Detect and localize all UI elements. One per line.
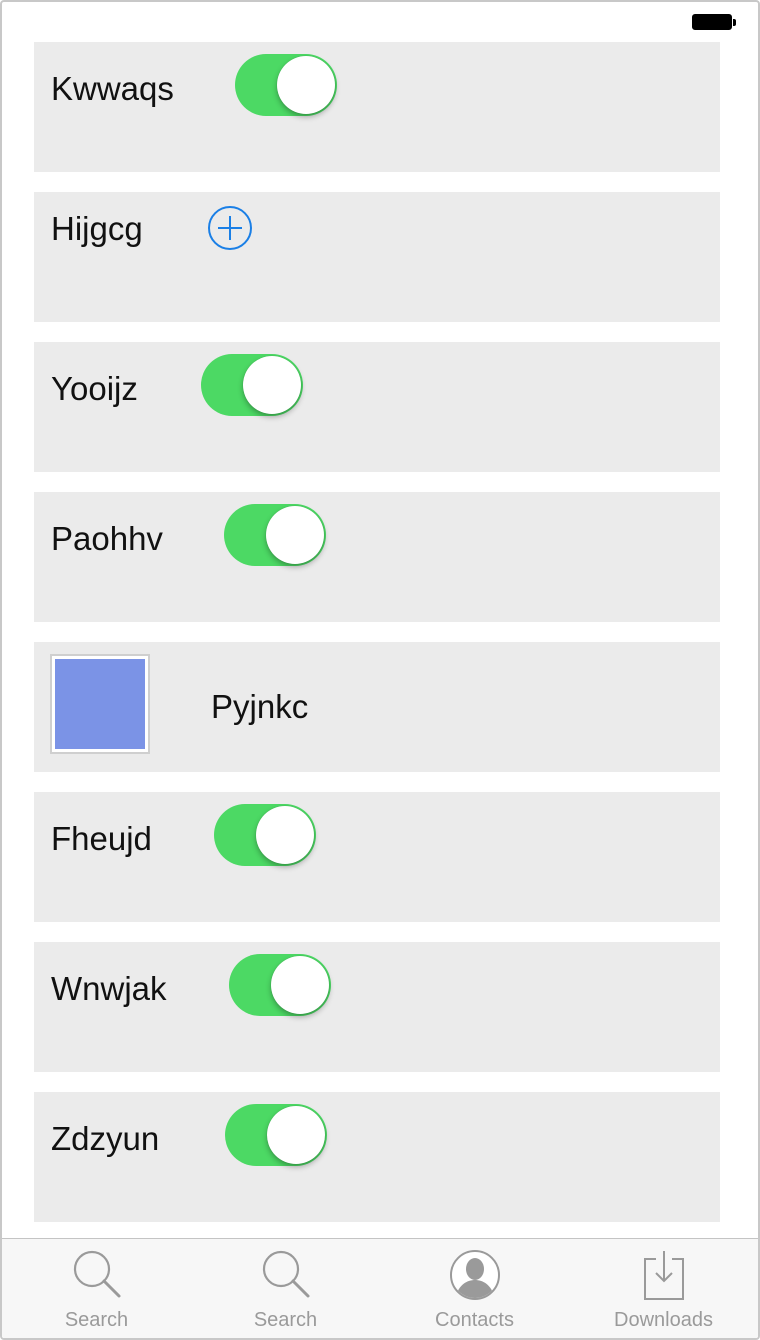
list-row: Wnwjak <box>34 942 720 1072</box>
list-row: Zdzyun <box>34 1092 720 1222</box>
toggle-switch[interactable] <box>225 1104 327 1166</box>
tab-contacts[interactable]: Contacts <box>380 1239 569 1338</box>
row-label: Pyjnkc <box>211 688 309 725</box>
plus-circle-icon[interactable] <box>207 205 253 251</box>
row-label: Zdzyun <box>51 1120 160 1157</box>
toggle-switch[interactable] <box>224 504 326 566</box>
search-icon <box>73 1250 120 1298</box>
tab-label: Contacts <box>435 1309 514 1331</box>
row-label: Hijgcg <box>51 210 143 247</box>
tab-label: Search <box>253 1309 318 1331</box>
row-label: Fheujd <box>51 820 152 857</box>
tab-bar: Search Search Contacts Downloads <box>2 1238 758 1338</box>
download-icon <box>643 1251 684 1300</box>
row-label: Yooijz <box>51 370 138 407</box>
list-row: Paohhv <box>34 492 720 622</box>
list-row: Pyjnkc <box>34 642 720 772</box>
row-thumbnail-image <box>50 654 150 754</box>
list-row: Kwwaqs <box>34 42 720 172</box>
contact-icon <box>449 1250 500 1300</box>
app-screen: Kwwaqs Hijgcg Yooijz Paohhv Pyjnkc Fheuj… <box>0 0 760 1340</box>
tab-label: Downloads <box>614 1309 713 1331</box>
list-row: Fheujd <box>34 792 720 922</box>
tab-label: Search <box>64 1309 129 1331</box>
tab-downloads[interactable]: Downloads <box>569 1239 758 1338</box>
tab-search-2[interactable]: Search <box>191 1239 380 1338</box>
list-row: Yooijz <box>34 342 720 472</box>
list-row: Hijgcg <box>34 192 720 322</box>
toggle-switch[interactable] <box>229 954 331 1016</box>
toggle-switch[interactable] <box>235 54 337 116</box>
row-label: Paohhv <box>51 520 163 557</box>
row-label: Wnwjak <box>51 970 167 1007</box>
battery-icon <box>692 14 736 32</box>
tab-search[interactable]: Search <box>2 1239 191 1338</box>
toggle-switch[interactable] <box>201 354 303 416</box>
search-icon <box>262 1250 309 1298</box>
toggle-switch[interactable] <box>214 804 316 866</box>
row-label: Kwwaqs <box>51 70 174 107</box>
